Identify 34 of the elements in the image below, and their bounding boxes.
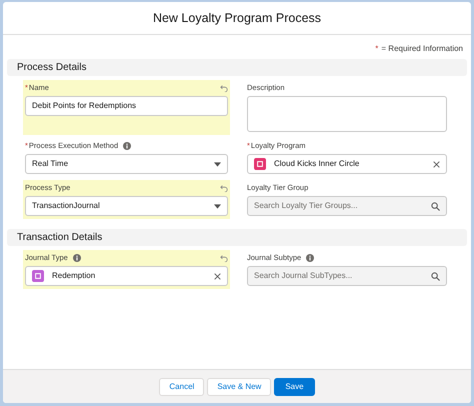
undo-icon[interactable] bbox=[220, 254, 228, 262]
search-field[interactable]: Search Journal SubTypes... bbox=[247, 266, 447, 286]
footer-button[interactable]: Cancel bbox=[159, 378, 204, 396]
lookup-field[interactable]: Cloud Kicks Inner Circle bbox=[247, 154, 447, 174]
search-placeholder: Search Loyalty Tier Groups... bbox=[254, 200, 358, 212]
section-title: Transaction Details bbox=[17, 231, 102, 245]
select-dropdown[interactable]: Real Time bbox=[25, 154, 228, 174]
dialog-title: New Loyalty Program Process bbox=[152, 10, 322, 27]
lookup-value: Redemption bbox=[52, 270, 96, 282]
footer-button[interactable]: Save & New bbox=[207, 378, 272, 396]
select-value: TransactionJournal bbox=[32, 200, 100, 212]
save-button[interactable]: Save bbox=[274, 378, 315, 396]
select-value: Real Time bbox=[32, 158, 68, 170]
lookup-field[interactable]: Redemption bbox=[25, 266, 228, 286]
lookup-value: Cloud Kicks Inner Circle bbox=[274, 158, 360, 170]
info-icon[interactable] bbox=[72, 254, 81, 262]
section-title: Process Details bbox=[17, 61, 86, 75]
search-placeholder: Search Journal SubTypes... bbox=[254, 270, 352, 282]
caret-icon bbox=[214, 202, 221, 210]
info-icon[interactable] bbox=[123, 142, 132, 150]
undo-icon[interactable] bbox=[220, 184, 228, 192]
close-icon[interactable] bbox=[433, 160, 440, 168]
caret-icon bbox=[214, 160, 221, 168]
undo-icon[interactable] bbox=[220, 84, 228, 92]
search-field[interactable]: Search Loyalty Tier Groups... bbox=[247, 196, 447, 216]
text-input[interactable]: Debit Points for Redemptions bbox=[25, 96, 228, 116]
close-icon[interactable] bbox=[214, 272, 221, 280]
textarea-field[interactable] bbox=[247, 96, 447, 132]
info-icon[interactable] bbox=[306, 254, 314, 262]
search-icon[interactable] bbox=[431, 272, 440, 280]
required-note: = Required Information bbox=[381, 44, 463, 53]
select-dropdown[interactable]: TransactionJournal bbox=[25, 196, 228, 216]
required-mark: * bbox=[375, 44, 378, 53]
search-icon[interactable] bbox=[431, 202, 440, 210]
